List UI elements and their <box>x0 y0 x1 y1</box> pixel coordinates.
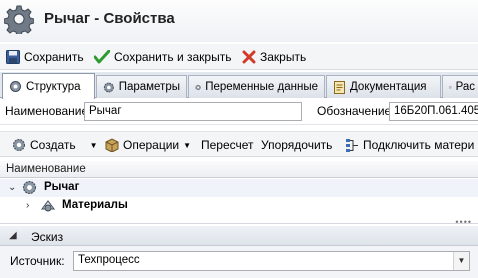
operations-label: Операции <box>123 138 180 152</box>
tab-more-label: Рас <box>455 81 475 93</box>
window-title-bar: Рычаг - Свойства <box>0 0 478 42</box>
tab-documentation[interactable]: Документация <box>326 75 441 98</box>
create-button[interactable]: Создать ▼ <box>12 136 98 154</box>
document-icon <box>449 85 452 89</box>
save-and-close-label: Сохранить и закрыть <box>114 50 232 64</box>
chevron-down-icon: ▼ <box>183 140 192 150</box>
sort-label: Упорядочить <box>261 138 333 152</box>
window-title: Рычаг - Свойства <box>44 10 175 27</box>
source-row: Источник: Техпроцесс ▼ <box>0 246 478 278</box>
document-icon <box>334 80 345 94</box>
tree-row[interactable]: ⌄ Рычаг <box>0 179 478 197</box>
tab-parameters[interactable]: Параметры <box>96 75 187 98</box>
create-label: Создать <box>30 138 76 152</box>
close-label: Закрыть <box>260 50 307 64</box>
tab-strip: Структура Параметры Переменные данные До… <box>0 72 478 99</box>
chevron-down-icon[interactable]: ▼ <box>453 252 469 270</box>
close-icon <box>242 50 256 64</box>
tab-parameters-label: Параметры <box>118 81 180 93</box>
save-label: Сохранить <box>24 50 84 64</box>
designation-label: Обозначение <box>317 104 392 118</box>
gear-icon <box>23 181 36 194</box>
floppy-icon <box>6 50 20 64</box>
name-label: Наименование <box>5 104 89 118</box>
hierarchy-icon <box>346 139 358 152</box>
connect-materials-label: Подключить матери <box>363 138 475 152</box>
source-label: Источник: <box>10 254 65 268</box>
panel-splitter[interactable]: •••• <box>0 216 478 227</box>
gear-icon <box>195 84 201 90</box>
tab-variable-data[interactable]: Переменные данные <box>188 75 325 98</box>
checkmark-icon <box>94 50 110 64</box>
chevron-down-icon[interactable]: ⌄ <box>8 182 16 193</box>
collapse-icon[interactable]: ◢ <box>9 230 17 241</box>
save-button[interactable]: Сохранить <box>6 48 84 66</box>
sketch-section-header[interactable]: ◢ Эскиз <box>0 226 478 246</box>
recalculate-button[interactable]: Пересчет <box>201 136 254 154</box>
gear-icon <box>103 82 114 92</box>
tab-documentation-label: Документация <box>350 81 427 93</box>
operations-button[interactable]: Операции ▼ <box>105 136 191 154</box>
tab-structure-label: Структура <box>26 80 81 93</box>
gear-icon <box>4 5 34 34</box>
chevron-down-icon: ▼ <box>89 140 98 150</box>
chevron-right-icon[interactable]: › <box>26 200 29 211</box>
structure-icon <box>10 81 21 92</box>
connect-materials-button[interactable]: Подключить матери <box>345 136 474 154</box>
sketch-title: Эскиз <box>31 230 64 244</box>
designation-field[interactable]: 16Б20П.061.405 <box>389 102 478 121</box>
sort-button[interactable]: Упорядочить <box>261 136 332 154</box>
materials-icon <box>41 200 55 212</box>
tree-row[interactable]: › Материалы <box>0 197 478 215</box>
name-field[interactable]: Рычаг <box>84 102 302 121</box>
save-and-close-button[interactable]: Сохранить и закрыть <box>94 48 231 66</box>
structure-toolbar: Создать ▼ Операции ▼ Пересчет Упорядочит… <box>0 131 478 157</box>
main-toolbar: Сохранить Сохранить и закрыть Закрыть <box>0 44 478 70</box>
source-select-value: Техпроцесс <box>78 254 140 266</box>
column-header-name[interactable]: Наименование <box>0 161 478 178</box>
close-button[interactable]: Закрыть <box>242 48 306 66</box>
box-icon <box>105 138 119 152</box>
recalculate-label: Пересчет <box>201 138 254 152</box>
tab-structure[interactable]: Структура <box>2 73 95 99</box>
tree-row-label: Материалы <box>62 199 128 211</box>
source-select[interactable]: Техпроцесс ▼ <box>73 251 470 271</box>
gear-icon <box>13 139 25 151</box>
tab-more[interactable]: Рас <box>442 75 478 98</box>
tab-variable-data-label: Переменные данные <box>205 81 318 93</box>
tree-row-label: Рычаг <box>44 181 80 193</box>
properties-row: Наименование Рычаг Обозначение 16Б20П.06… <box>0 99 478 125</box>
